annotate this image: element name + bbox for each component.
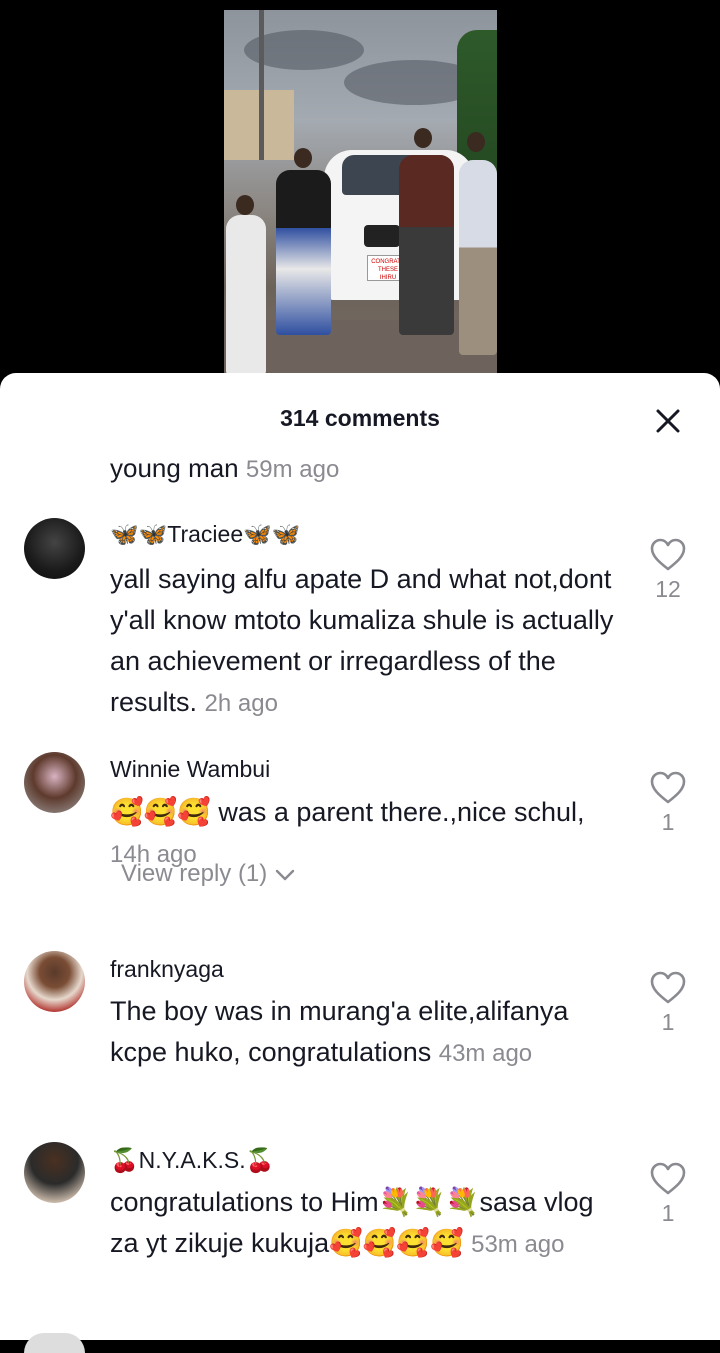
comment-body: yall saying alfu apate D and what not,do…: [110, 564, 614, 717]
comment-body: 🥰🥰🥰 was a parent there.,nice schul,: [110, 797, 585, 827]
comment-username[interactable]: 🦋🦋Traciee🦋🦋: [110, 521, 300, 548]
car-grille: [364, 225, 400, 247]
video-frame[interactable]: CONGRATS THESE IHIRU: [224, 10, 497, 380]
like-button[interactable]: 12: [644, 537, 692, 603]
avatar[interactable]: [24, 1333, 85, 1353]
avatar[interactable]: [24, 518, 85, 579]
comment-username[interactable]: Winnie Wambui: [110, 756, 270, 783]
close-icon: [656, 409, 680, 433]
like-count: 12: [655, 576, 681, 602]
heart-icon: [650, 771, 686, 804]
person-head: [414, 128, 432, 148]
close-button[interactable]: [650, 403, 686, 439]
comment-time: 43m ago: [438, 1040, 533, 1067]
heart-icon: [650, 538, 686, 571]
like-button[interactable]: 1: [644, 770, 692, 836]
heart-icon: [650, 971, 686, 1004]
comments-count: 314 comments: [280, 405, 440, 431]
person-man: [459, 160, 497, 355]
comment-text: young man: [110, 453, 239, 483]
person-head: [467, 132, 485, 152]
like-count: 1: [661, 809, 675, 835]
comment-time: 2h ago: [204, 690, 278, 717]
comment-username[interactable]: 🍒N.Y.A.K.S.🍒: [110, 1147, 274, 1174]
avatar[interactable]: [24, 1142, 85, 1203]
view-reply-button[interactable]: View reply (1): [121, 860, 296, 888]
avatar[interactable]: [24, 951, 85, 1012]
video-player[interactable]: CONGRATS THESE IHIRU: [0, 0, 720, 380]
person-woman: [276, 170, 331, 335]
heart-icon: [650, 1162, 686, 1195]
like-count: 1: [661, 1009, 675, 1035]
chevron-down-icon: [275, 869, 295, 880]
comments-header: 314 comments: [0, 373, 720, 463]
comment-text: The boy was in murang'a elite,alifanya k…: [110, 991, 620, 1074]
comment-text: yall saying alfu apate D and what not,do…: [110, 559, 620, 724]
person-boy: [399, 155, 454, 335]
like-count: 1: [661, 1200, 675, 1226]
comment-username[interactable]: franknyaga: [110, 956, 224, 983]
comment-text: congratulations to Him💐💐💐sasa vlog za yt…: [110, 1182, 620, 1265]
avatar[interactable]: [24, 752, 85, 813]
utility-pole: [259, 10, 264, 160]
plate-line-2: THESE: [377, 267, 398, 273]
plate-line-3: IHIRU: [379, 275, 397, 281]
person-head: [236, 195, 254, 215]
person-head: [294, 148, 312, 168]
view-reply-label: View reply (1): [121, 860, 268, 887]
comment-time: 53m ago: [471, 1231, 565, 1258]
comment-time: 59m ago: [245, 456, 340, 483]
comment-text-partial: young man 59m ago: [110, 453, 339, 484]
comments-sheet: 314 comments young man 59m ago 🦋🦋Traciee…: [0, 373, 720, 1353]
person-child: [226, 215, 266, 375]
like-button[interactable]: 1: [644, 970, 692, 1036]
like-button[interactable]: 1: [644, 1161, 692, 1227]
